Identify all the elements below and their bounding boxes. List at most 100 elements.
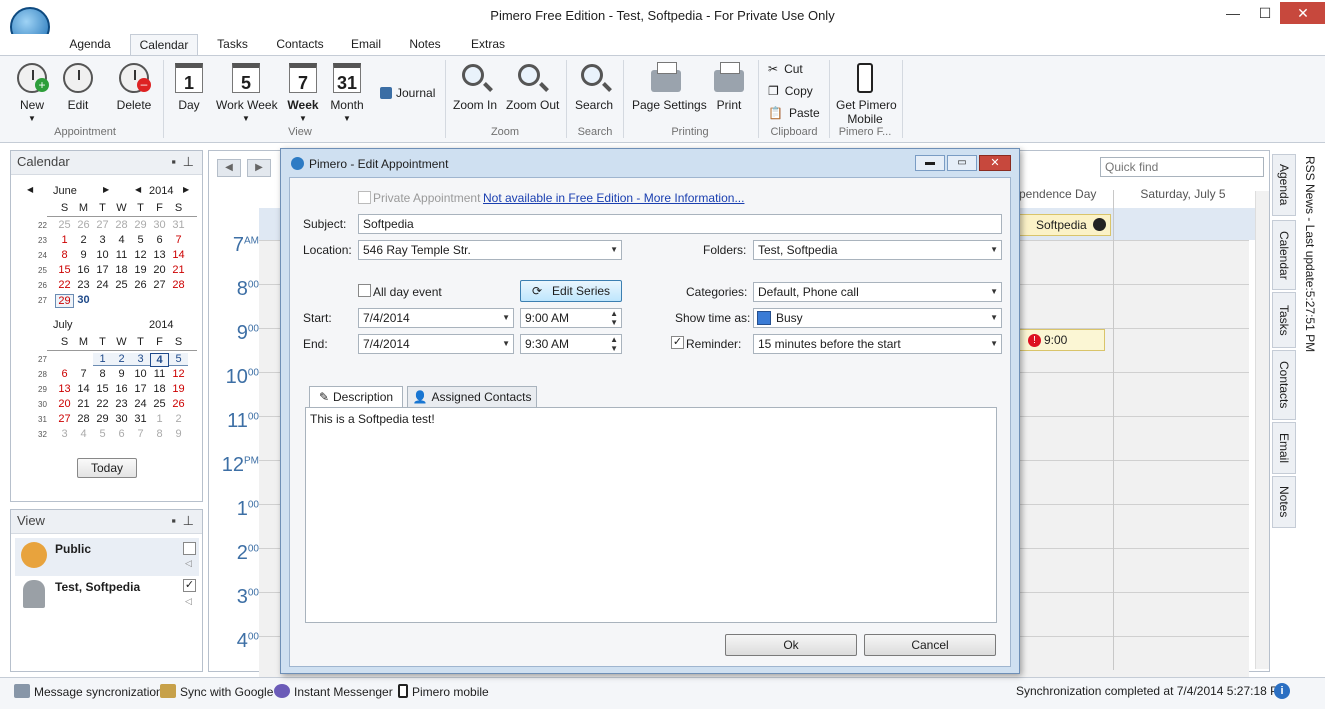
day-cell[interactable]: 21: [74, 398, 93, 410]
day-cell[interactable]: 6: [55, 368, 74, 380]
maximize-button[interactable]: ☐: [1250, 2, 1280, 24]
day-cell[interactable]: 19: [131, 264, 150, 276]
today-button[interactable]: Today: [77, 458, 137, 478]
quick-find-input[interactable]: [1100, 157, 1264, 177]
start-date-picker[interactable]: 7/4/2014 ▼: [358, 308, 514, 328]
day-cell[interactable]: 2: [112, 353, 131, 366]
dialog-maximize-button[interactable]: ▭: [947, 155, 977, 171]
end-time-spinner[interactable]: 9:30 AM ▲ ▼: [520, 334, 622, 354]
day-cell[interactable]: 21: [169, 264, 188, 276]
panel-minimize-icon[interactable]: ▪: [171, 151, 176, 173]
day-cell[interactable]: 24: [131, 398, 150, 410]
day-cell[interactable]: 13: [150, 249, 169, 261]
next-month-icon[interactable]: ▶: [103, 185, 109, 194]
new-button[interactable]: + New ▼: [12, 62, 52, 123]
show-time-as-dropdown[interactable]: Busy ▼: [753, 308, 1002, 328]
day-cell[interactable]: 15: [55, 264, 74, 276]
side-tab-agenda[interactable]: Agenda: [1272, 154, 1296, 216]
sync-google-button[interactable]: Sync with Google: [160, 684, 273, 699]
pin-icon[interactable]: ⊥: [183, 151, 194, 173]
expand-arrow-icon[interactable]: ◁: [185, 596, 192, 607]
day-cell[interactable]: 5: [131, 234, 150, 246]
subject-field[interactable]: Softpedia: [358, 214, 1002, 234]
day-cell[interactable]: 6: [112, 428, 131, 440]
reminder-checkbox[interactable]: ✓: [671, 336, 684, 349]
prev-month-icon[interactable]: ◀: [27, 185, 33, 194]
tab-description[interactable]: ✎ Description: [309, 386, 403, 408]
get-pimero-mobile-button[interactable]: Get Pimero Mobile: [836, 62, 897, 126]
day-cell[interactable]: 29: [55, 294, 74, 308]
reminder-dropdown[interactable]: 15 minutes before the start ▼: [753, 334, 1002, 354]
page-settings-button[interactable]: Page Settings: [632, 62, 707, 112]
day-cell[interactable]: 2: [169, 413, 188, 425]
tab-tasks[interactable]: Tasks: [205, 34, 260, 56]
day-cell[interactable]: 11: [150, 368, 169, 380]
day-cell[interactable]: 3: [93, 234, 112, 246]
day-cell[interactable]: 10: [131, 368, 150, 380]
zoom-in-button[interactable]: Zoom In: [453, 62, 497, 112]
print-button[interactable]: Print: [710, 62, 748, 112]
public-checkbox[interactable]: [183, 542, 196, 555]
journal-button[interactable]: Journal: [380, 86, 435, 100]
day-cell[interactable]: 15: [93, 383, 112, 395]
day-cell[interactable]: 14: [74, 383, 93, 395]
pimero-mobile-button[interactable]: Pimero mobile: [398, 684, 489, 699]
day-cell[interactable]: 25: [55, 219, 74, 231]
expand-arrow-icon[interactable]: ◁: [185, 558, 192, 569]
rss-news-tab[interactable]: RSS News - Last update:5:27:51 PM: [1300, 156, 1320, 352]
search-button[interactable]: Search: [574, 62, 614, 112]
folders-dropdown[interactable]: Test, Softpedia ▼: [753, 240, 1002, 260]
copy-button[interactable]: ❐ Copy: [768, 84, 813, 98]
tab-contacts[interactable]: Contacts: [268, 34, 332, 56]
day-cell[interactable]: 1: [93, 353, 112, 366]
day-cell[interactable]: 26: [169, 398, 188, 410]
day-cell[interactable]: 14: [169, 249, 188, 261]
day-cell[interactable]: 4: [74, 428, 93, 440]
minimize-button[interactable]: —: [1218, 2, 1248, 24]
day-cell[interactable]: 26: [131, 279, 150, 291]
day-cell[interactable]: 17: [93, 264, 112, 276]
edit-series-button[interactable]: ⟳ Edit Series: [520, 280, 622, 302]
zoom-out-button[interactable]: Zoom Out: [506, 62, 559, 112]
day-cell[interactable]: 3: [55, 428, 74, 440]
side-tab-contacts[interactable]: Contacts: [1272, 350, 1296, 420]
day-cell[interactable]: 18: [150, 383, 169, 395]
start-time-spinner[interactable]: 9:00 AM ▲ ▼: [520, 308, 622, 328]
day-cell[interactable]: 27: [150, 279, 169, 291]
cancel-button[interactable]: Cancel: [864, 634, 996, 656]
pin-icon[interactable]: ⊥: [183, 510, 194, 532]
prev-year-icon[interactable]: ◀: [135, 185, 141, 194]
test-softpedia-checkbox[interactable]: ✓: [183, 579, 196, 592]
day-cell[interactable]: 16: [112, 383, 131, 395]
day-cell[interactable]: 13: [55, 383, 74, 395]
end-date-picker[interactable]: 7/4/2014 ▼: [358, 334, 514, 354]
day-cell[interactable]: 27: [55, 413, 74, 425]
day-cell[interactable]: 9: [112, 368, 131, 380]
day-cell[interactable]: 3: [131, 353, 150, 366]
month-view-button[interactable]: 31 Month ▼: [328, 62, 366, 123]
location-dropdown[interactable]: 546 Ray Temple Str. ▼: [358, 240, 622, 260]
tab-agenda[interactable]: Agenda: [60, 34, 120, 56]
day-cell[interactable]: 7: [131, 428, 150, 440]
day-cell[interactable]: 7: [169, 234, 188, 246]
day-cell[interactable]: 24: [93, 279, 112, 291]
all-day-checkbox[interactable]: [358, 284, 371, 297]
day-cell[interactable]: 5: [169, 353, 188, 366]
day-cell[interactable]: 25: [112, 279, 131, 291]
paste-button[interactable]: 📋 Paste: [768, 106, 820, 120]
day-cell[interactable]: 29: [93, 413, 112, 425]
dialog-minimize-button[interactable]: ▬: [915, 155, 945, 171]
day-cell[interactable]: 23: [112, 398, 131, 410]
categories-dropdown[interactable]: Default, Phone call ▼: [753, 282, 1002, 302]
day-cell[interactable]: 30: [74, 294, 93, 306]
day-cell[interactable]: 9: [74, 249, 93, 261]
prev-arrow-icon[interactable]: ◀: [217, 159, 241, 177]
tab-assigned-contacts[interactable]: 👤 Assigned Contacts: [407, 386, 537, 408]
day-cell[interactable]: 1: [150, 413, 169, 425]
delete-button[interactable]: – Delete: [114, 62, 154, 112]
info-icon[interactable]: i: [1274, 683, 1290, 699]
day-cell[interactable]: 27: [93, 219, 112, 231]
day-cell[interactable]: 11: [112, 249, 131, 261]
day-cell[interactable]: 8: [150, 428, 169, 440]
view-item-test-softpedia[interactable]: Test, Softpedia ✓ ◁: [15, 576, 199, 614]
